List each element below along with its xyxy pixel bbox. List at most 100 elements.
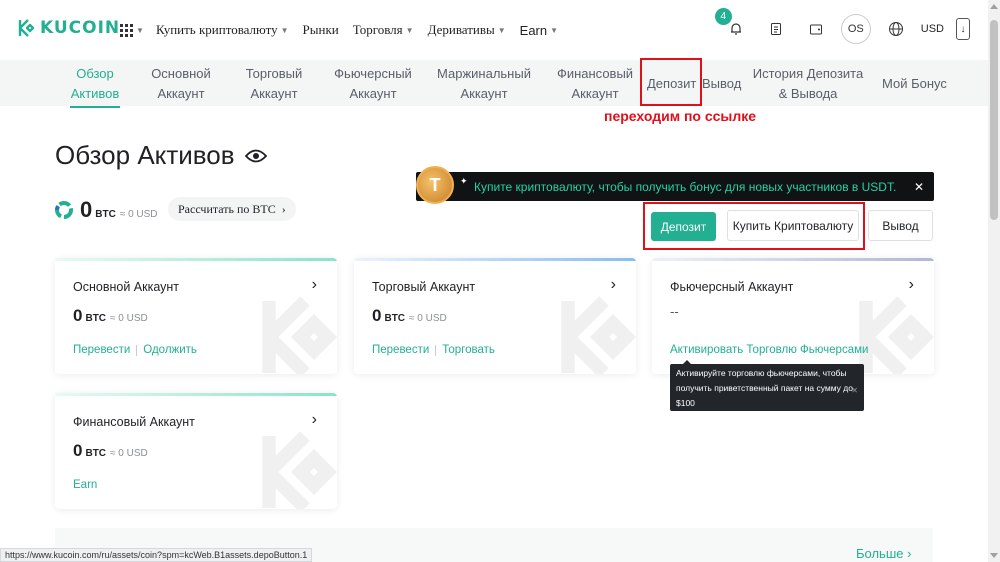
chevron-down-icon: ▼ (550, 25, 559, 35)
card-links: Earn (73, 479, 97, 491)
chevron-right-icon: › (281, 201, 286, 216)
card-balance: 0 BTC ≈ 0 USD (73, 441, 148, 461)
kucoin-watermark-icon (262, 431, 337, 509)
total-balance: 0 BTC ≈ 0 USD (54, 197, 158, 223)
nav-label: Earn (519, 22, 548, 38)
kucoin-watermark-icon (561, 296, 636, 374)
transfer-link[interactable]: Перевести (73, 344, 130, 356)
nav-markets[interactable]: Рынки (303, 22, 339, 38)
transfer-link[interactable]: Перевести (372, 344, 429, 356)
nav-earn[interactable]: Earn ▼ (520, 22, 558, 38)
tab-main-account[interactable]: Основной Аккаунт (150, 64, 212, 104)
close-icon[interactable]: ✕ (851, 383, 858, 398)
card-title: Фьючерсный Аккаунт (670, 280, 794, 294)
balance-approx: ≈ 0 USD (119, 209, 158, 220)
card-balance-value: 0 (372, 306, 382, 325)
nav-trade[interactable]: Торговля ▼ (353, 22, 414, 38)
activate-futures-link[interactable]: Активировать Торговлю Фьючерсами (670, 344, 868, 356)
card-title: Финансовый Аккаунт (73, 415, 195, 429)
withdraw-button[interactable]: Вывод (868, 210, 933, 241)
trade-link[interactable]: Торговать (442, 344, 495, 356)
card-balance-unit: BTC (384, 313, 406, 324)
calc-label: Рассчитать по BTC (178, 201, 276, 216)
orders-button[interactable] (761, 14, 791, 44)
tab-history[interactable]: История Депозита & Вывода (752, 64, 864, 104)
futures-tooltip: Активируйте торговлю фьючерсами, чтобы п… (670, 360, 864, 411)
grid-icon (120, 24, 133, 37)
apps-menu[interactable]: ▼ (120, 24, 144, 37)
scroll-down-icon[interactable] (990, 553, 998, 558)
card-balance-value: 0 (73, 306, 83, 325)
currency-selector[interactable]: USD (921, 23, 944, 35)
card-balance-value: -- (670, 304, 679, 319)
document-icon (770, 23, 781, 35)
card-balance-approx: ≈ 0 USD (110, 313, 148, 324)
bell-icon (730, 23, 741, 35)
avatar[interactable]: OS (840, 14, 871, 44)
tooltip-text: Активируйте торговлю фьючерсами, чтобы п… (676, 368, 853, 408)
scrollbar[interactable] (988, 0, 1000, 562)
calculate-by-button[interactable]: Рассчитать по BTC › (168, 197, 296, 221)
tab-overview[interactable]: Обзор Активов (70, 64, 120, 108)
card-links: Активировать Торговлю Фьючерсами (670, 344, 868, 356)
card-balance-value: 0 (73, 441, 83, 460)
finance-account-card[interactable]: Финансовый Аккаунт › 0 BTC ≈ 0 USD Earn (55, 393, 337, 509)
card-balance-approx: ≈ 0 USD (110, 448, 148, 459)
scroll-up-icon[interactable] (990, 4, 998, 9)
nav-label: Рынки (302, 22, 339, 37)
promo-banner[interactable]: T ✦ Купите криптовалюту, чтобы получить … (416, 166, 934, 204)
futures-account-card[interactable]: Фьючерсный Аккаунт › -- Активировать Тор… (652, 258, 934, 374)
account-tabs: Обзор Активов Основной Аккаунт Торговый … (0, 60, 988, 108)
kucoin-logo[interactable]: KUCOIN (16, 18, 120, 38)
eye-icon[interactable] (244, 148, 267, 164)
header-actions: 4 OS USD ↓ (711, 8, 988, 44)
avatar-initials: OS (847, 23, 864, 35)
nav-buy-crypto[interactable]: Купить криптовалюту ▼ (156, 22, 289, 38)
wallet-button[interactable] (801, 14, 831, 44)
borrow-link[interactable]: Одолжить (143, 344, 197, 356)
tab-trading-account[interactable]: Торговый Аккаунт (243, 64, 305, 104)
language-button[interactable] (881, 14, 911, 44)
nav-label: Торговля (352, 22, 403, 37)
chevron-down-icon: ▼ (497, 25, 506, 35)
divider (435, 344, 437, 356)
nav-label: Деривативы (427, 22, 495, 37)
highlight-action-buttons (643, 202, 865, 250)
more-link[interactable]: Больше › (856, 546, 911, 561)
card-balance: 0 BTC ≈ 0 USD (372, 306, 447, 326)
card-links: Перевести Торговать (372, 344, 495, 356)
logo-text: KUCOIN (40, 18, 121, 38)
highlight-deposit-tab (640, 58, 702, 106)
status-bar-url: https://www.kucoin.com/ru/assets/coin?sp… (0, 548, 313, 562)
kucoin-watermark-icon (262, 296, 337, 374)
promo-text: Купите криптовалюту, чтобы получить бону… (474, 179, 897, 194)
sparkle-icon: ✦ (460, 176, 468, 186)
tab-finance-account[interactable]: Финансовый Аккаунт (556, 64, 634, 104)
trading-account-card[interactable]: Торговый Аккаунт › 0 BTC ≈ 0 USD Перевес… (354, 258, 636, 374)
tab-withdraw[interactable]: Вывод (702, 74, 741, 94)
close-icon[interactable]: ✕ (914, 180, 924, 194)
chevron-right-icon[interactable]: › (611, 276, 616, 294)
divider (136, 344, 138, 356)
chevron-right-icon[interactable]: › (312, 276, 317, 294)
tab-margin-account[interactable]: Маржинальный Аккаунт (436, 64, 532, 104)
tab-futures-account[interactable]: Фьючерсный Аккаунт (333, 64, 413, 104)
scrollbar-thumb[interactable] (990, 20, 998, 220)
card-balance-approx: ≈ 0 USD (409, 313, 447, 324)
chevron-right-icon[interactable]: › (909, 276, 914, 294)
page-title: Обзор Активов (55, 140, 267, 171)
kucoin-logo-icon (18, 19, 35, 37)
more-label: Больше (856, 546, 904, 561)
chevron-right-icon[interactable]: › (312, 411, 317, 429)
card-title: Торговый Аккаунт (372, 280, 476, 294)
chevron-right-icon: › (907, 546, 912, 561)
usdt-coin-icon: T (416, 166, 454, 204)
download-app-icon[interactable]: ↓ (956, 18, 970, 40)
earn-link[interactable]: Earn (73, 479, 97, 491)
main-account-card[interactable]: Основной Аккаунт › 0 BTC ≈ 0 USD Перевес… (55, 258, 337, 374)
globe-icon (888, 22, 903, 36)
tab-my-bonus[interactable]: Мой Бонус (882, 74, 947, 94)
kucoin-watermark-icon (859, 296, 934, 374)
notifications-button[interactable]: 4 (714, 8, 751, 44)
nav-derivatives[interactable]: Деривативы ▼ (428, 22, 506, 38)
